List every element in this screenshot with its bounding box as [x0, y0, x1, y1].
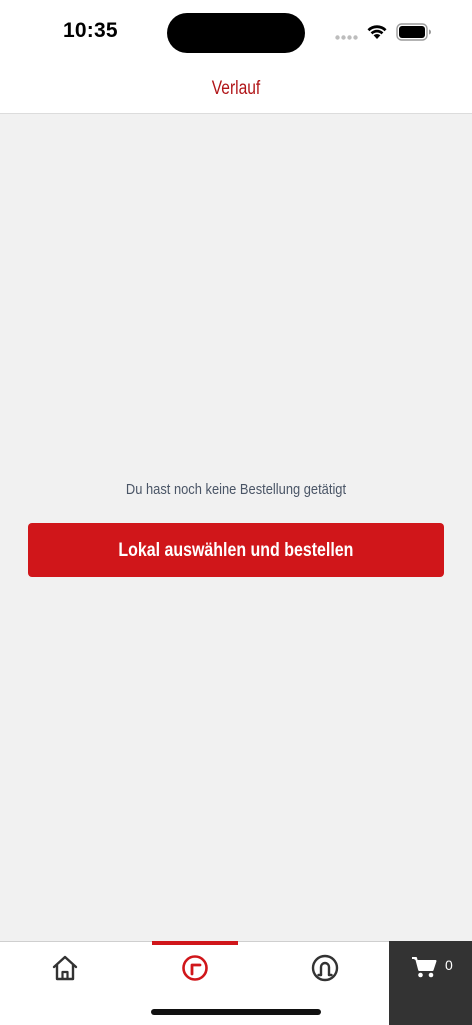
cellular-signal-icon [335, 35, 358, 40]
home-indicator [151, 1009, 321, 1015]
select-restaurant-button[interactable]: Lokal auswählen und bestellen [28, 523, 444, 577]
cart-button[interactable]: 0 [389, 941, 472, 1025]
dynamic-island [167, 13, 305, 53]
status-time: 10:35 [63, 19, 118, 42]
status-bar: 10:35 [0, 0, 472, 66]
battery-icon [396, 23, 431, 41]
account-icon [311, 954, 339, 982]
nav-header: Verlauf [0, 66, 472, 114]
select-restaurant-button-label: Lokal auswählen und bestellen [118, 540, 354, 561]
wifi-icon [367, 25, 387, 39]
cart-count-badge: 0 [445, 957, 453, 973]
order-history-content: Du hast noch keine Bestellung getätigt L… [0, 114, 472, 941]
tab-home[interactable] [0, 942, 130, 1025]
empty-state-message: Du hast noch keine Bestellung getätigt [125, 481, 347, 498]
home-icon [52, 955, 78, 981]
page-title: Verlauf [211, 78, 261, 99]
history-icon [182, 955, 208, 981]
cart-icon [412, 957, 437, 978]
